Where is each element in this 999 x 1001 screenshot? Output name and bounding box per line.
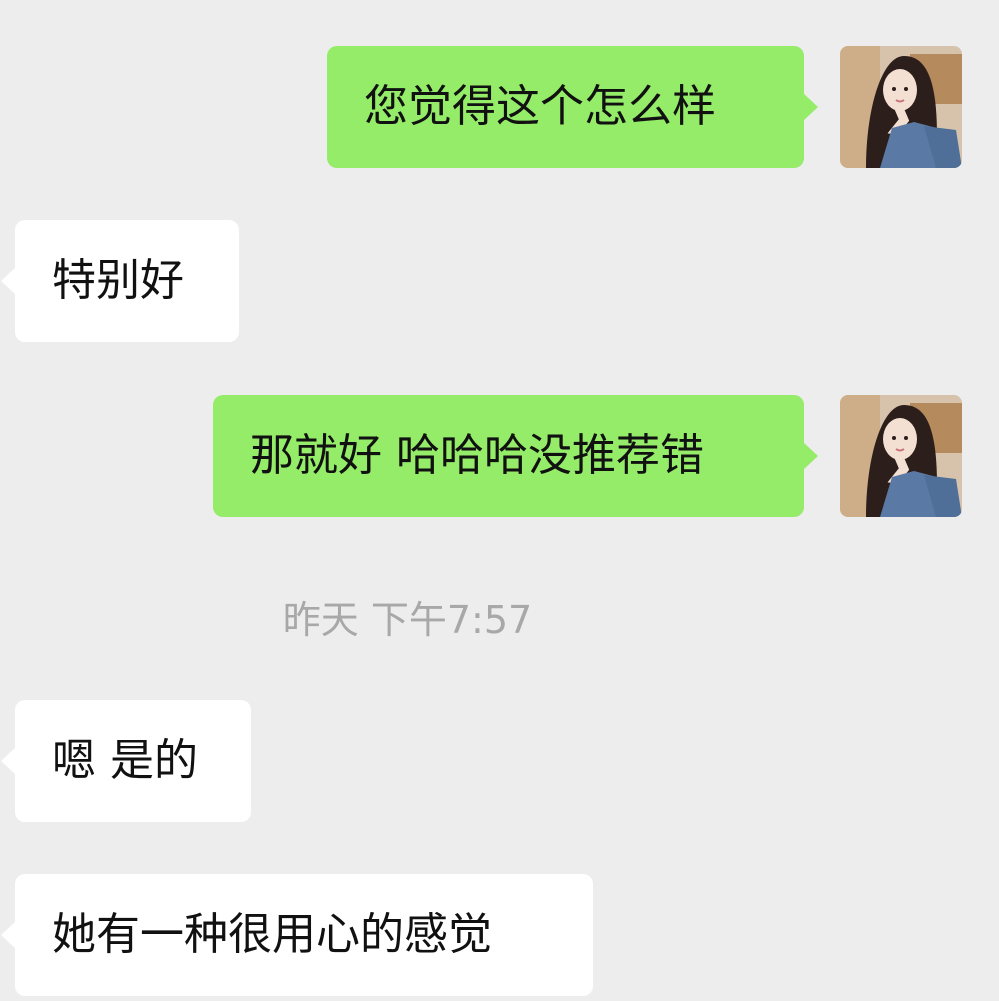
message-timestamp: 昨天 下午7:57 xyxy=(282,598,533,642)
message-text: 嗯 是的 xyxy=(52,735,198,786)
user-avatar[interactable] xyxy=(840,395,962,517)
message-text: 特别好 xyxy=(52,255,184,306)
message-text: 您觉得这个怎么样 xyxy=(364,81,716,132)
message-text: 她有一种很用心的感觉 xyxy=(52,909,492,960)
incoming-message-bubble[interactable]: 特别好 xyxy=(1,220,239,342)
outgoing-message-bubble[interactable]: 那就好 哈哈哈没推荐错 xyxy=(213,395,818,517)
avatar-photo-icon xyxy=(840,395,962,517)
incoming-message-bubble[interactable]: 她有一种很用心的感觉 xyxy=(1,874,593,996)
message-text: 那就好 哈哈哈没推荐错 xyxy=(250,430,704,481)
outgoing-message-bubble[interactable]: 您觉得这个怎么样 xyxy=(327,46,818,168)
incoming-message-bubble[interactable]: 嗯 是的 xyxy=(1,700,251,822)
user-avatar[interactable] xyxy=(840,46,962,168)
avatar-photo-icon xyxy=(840,46,962,168)
